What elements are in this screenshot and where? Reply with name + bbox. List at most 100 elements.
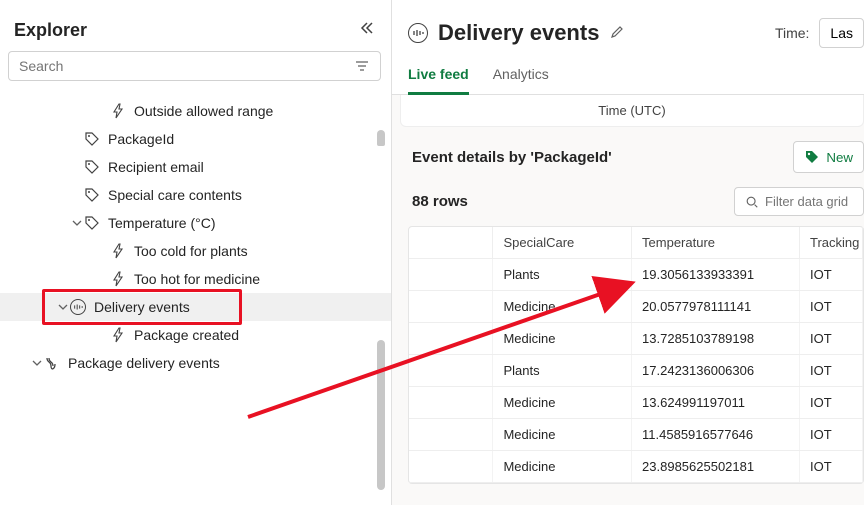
table-row[interactable]: Plants19.3056133933391IOT <box>409 259 863 291</box>
new-button[interactable]: New <box>793 141 864 173</box>
explorer-tree[interactable]: Outside allowed range PackageId Recipient … <box>0 91 391 505</box>
cell: Medicine <box>493 419 632 451</box>
details-header: Event details by 'PackageId' New <box>402 141 864 187</box>
cell <box>409 419 493 451</box>
scrollbar-thumb[interactable] <box>377 340 385 490</box>
flow-icon <box>44 355 60 371</box>
cell <box>409 355 493 387</box>
table-row[interactable]: Medicine20.0577978111141IOT <box>409 291 863 323</box>
cell: Medicine <box>493 451 632 483</box>
tag-icon <box>84 159 100 175</box>
cell <box>409 387 493 419</box>
tree-item-label: Temperature (°C) <box>108 215 216 231</box>
chevron-double-left-icon <box>359 20 375 36</box>
chevron-down-icon[interactable] <box>56 302 70 312</box>
column-header-tracking[interactable]: Tracking <box>799 227 862 259</box>
cell <box>409 323 493 355</box>
tabs: Live feed Analytics <box>392 48 864 95</box>
cell: Plants <box>493 355 632 387</box>
row-count: 88 rows <box>412 193 468 210</box>
cell: Medicine <box>493 387 632 419</box>
cell: IOT <box>799 355 862 387</box>
tree-item-temperature-c-[interactable]: Temperature (°C) <box>0 209 391 237</box>
cell: 13.624991197011 <box>632 387 800 419</box>
filter-icon[interactable] <box>354 58 370 74</box>
filter-input-wrap[interactable] <box>734 187 864 216</box>
details-title: Event details by 'PackageId' <box>412 149 612 166</box>
sidebar-title: Explorer <box>14 20 87 41</box>
edit-title-button[interactable] <box>609 24 625 43</box>
tree-item-label: Recipient email <box>108 159 204 175</box>
search-wrap <box>0 51 391 91</box>
cell: 11.4585916577646 <box>632 419 800 451</box>
tree-item-label: Too hot for medicine <box>134 271 260 287</box>
scroll-up-indicator[interactable] <box>377 130 385 146</box>
chevron-down-icon[interactable] <box>30 358 44 368</box>
main-title-wrap: Delivery events <box>408 20 625 46</box>
cell <box>409 291 493 323</box>
time-selector: Time: Las <box>775 18 864 48</box>
tree-item-label: Too cold for plants <box>134 243 248 259</box>
filter-data-grid-input[interactable] <box>765 194 853 209</box>
cell <box>409 259 493 291</box>
column-header-temperature[interactable]: Temperature <box>632 227 800 259</box>
bolt-icon <box>110 271 126 287</box>
tree-item-special-care-contents[interactable]: Special care contents <box>0 181 391 209</box>
table-row[interactable]: Plants17.2423136006306IOT <box>409 355 863 387</box>
cell: 19.3056133933391 <box>632 259 800 291</box>
tag-icon <box>84 187 100 203</box>
cell: IOT <box>799 419 862 451</box>
tree-item-label: Special care contents <box>108 187 242 203</box>
tab-live-feed[interactable]: Live feed <box>408 66 469 95</box>
tree-item-label: PackageId <box>108 131 174 147</box>
cell: Medicine <box>493 291 632 323</box>
tab-analytics[interactable]: Analytics <box>493 66 549 94</box>
table-row[interactable]: Medicine23.8985625502181IOT <box>409 451 863 483</box>
tree-item-too-hot-for-medicine[interactable]: Too hot for medicine <box>0 265 391 293</box>
cell: IOT <box>799 291 862 323</box>
explorer-sidebar: Explorer Outside allowed range PackageId R… <box>0 0 392 505</box>
time-range-button[interactable]: Las <box>819 18 864 48</box>
cell: 17.2423136006306 <box>632 355 800 387</box>
new-button-label: New <box>826 150 853 165</box>
tree-item-delivery-events[interactable]: Delivery events <box>0 293 391 321</box>
tree-item-recipient-email[interactable]: Recipient email <box>0 153 391 181</box>
cell: IOT <box>799 323 862 355</box>
cell: IOT <box>799 387 862 419</box>
cell: IOT <box>799 451 862 483</box>
tree-item-label: Outside allowed range <box>134 103 273 119</box>
table-row[interactable]: Medicine11.4585916577646IOT <box>409 419 863 451</box>
tree-item-label: Delivery events <box>94 299 190 315</box>
cell <box>409 451 493 483</box>
tag-icon <box>84 131 100 147</box>
search-input[interactable] <box>19 58 354 74</box>
cell: 13.7285103789198 <box>632 323 800 355</box>
time-utc-label: Time (UTC) <box>400 95 864 127</box>
collapse-sidebar-button[interactable] <box>359 20 375 41</box>
data-grid[interactable]: SpecialCareTemperatureTrackingPlants19.3… <box>408 226 864 484</box>
tree-item-package-created[interactable]: Package created <box>0 321 391 349</box>
bolt-icon <box>110 103 126 119</box>
tree-item-outside-allowed-range[interactable]: Outside allowed range <box>0 97 391 125</box>
cell: 23.8985625502181 <box>632 451 800 483</box>
time-label: Time: <box>775 25 809 41</box>
tree-item-package-delivery-events[interactable]: Package delivery events <box>0 349 391 377</box>
tree-item-label: Package created <box>134 327 239 343</box>
column-header-specialcare[interactable]: SpecialCare <box>493 227 632 259</box>
table-row[interactable]: Medicine13.7285103789198IOT <box>409 323 863 355</box>
tree-item-too-cold-for-plants[interactable]: Too cold for plants <box>0 237 391 265</box>
row-filter-bar: 88 rows <box>402 187 864 226</box>
cell: Plants <box>493 259 632 291</box>
chevron-down-icon[interactable] <box>70 218 84 228</box>
bolt-icon <box>110 327 126 343</box>
bolt-icon <box>110 243 126 259</box>
tag-icon <box>804 149 820 165</box>
search-input-wrap[interactable] <box>8 51 381 81</box>
sidebar-header: Explorer <box>0 0 391 51</box>
tree-item-packageid[interactable]: PackageId <box>0 125 391 153</box>
events-icon <box>408 23 428 43</box>
tag-icon <box>84 215 100 231</box>
tree-item-label: Package delivery events <box>68 355 220 371</box>
column-header-blank[interactable] <box>409 227 493 259</box>
table-row[interactable]: Medicine13.624991197011IOT <box>409 387 863 419</box>
